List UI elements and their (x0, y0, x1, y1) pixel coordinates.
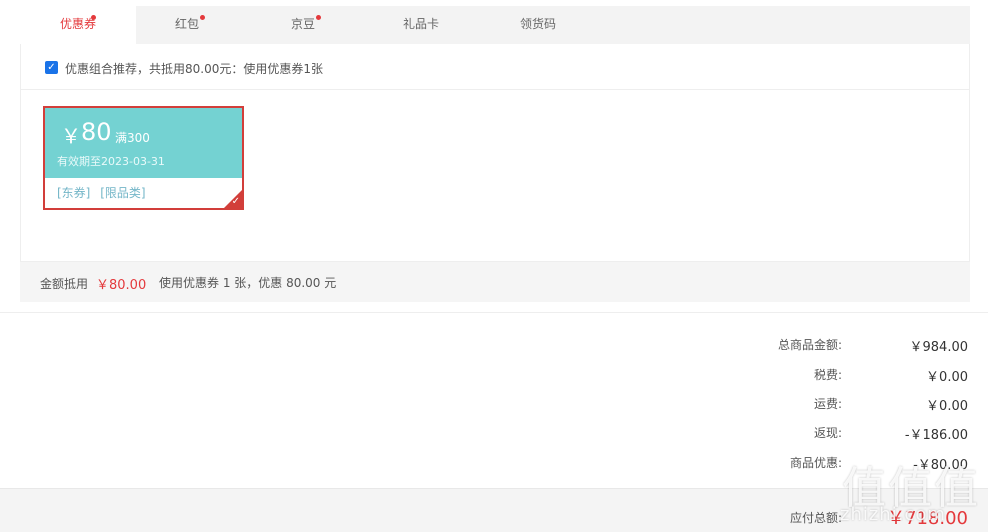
tab-label: 领货码 (519, 17, 556, 31)
discount-panel: 优惠券 红包 京豆 礼品卡 领货码 ✓ 优惠组合推荐，共抵用80.00元：使用优… (20, 6, 970, 302)
tab-jd-beans[interactable]: 京豆 (252, 6, 354, 44)
tab-label: 礼品卡 (402, 17, 439, 31)
new-dot-icon (200, 15, 205, 20)
discount-tabs: 优惠券 红包 京豆 礼品卡 领货码 (20, 6, 970, 44)
total-label: 税费: (813, 368, 842, 382)
summary-value: ￥80.00 (96, 278, 147, 293)
coupon-card[interactable]: ￥ 80 满300 有效期至2023-03-31 [东券] [限品类] ✓ (43, 106, 244, 210)
combo-recommendation: ✓ 优惠组合推荐，共抵用80.00元：使用优惠券1张 (20, 44, 970, 90)
total-row-shipping: 运费: ￥0.00 (0, 395, 988, 415)
total-value: ￥0.00 (926, 399, 968, 414)
tab-claim-codes[interactable]: 领货码 (487, 6, 589, 44)
coupon-face: ￥ 80 满300 有效期至2023-03-31 (45, 108, 242, 178)
selected-check-icon: ✓ (231, 196, 240, 207)
total-row-cashback: 返现: -￥186.00 (0, 424, 988, 444)
total-row-product-discount: 商品优惠: -￥80.00 (0, 454, 988, 474)
total-label: 总商品金额: (777, 338, 842, 352)
coupon-tag: [东券] (57, 186, 91, 200)
tab-gift-cards[interactable]: 礼品卡 (370, 6, 472, 44)
section-divider (0, 312, 988, 313)
summary-label: 金额抵用 (40, 277, 89, 291)
coupon-tags: [东券] [限品类] (57, 184, 152, 201)
coupon-validity: 有效期至2023-03-31 (57, 155, 165, 168)
combo-text: 优惠组合推荐，共抵用80.00元：使用优惠券1张 (65, 62, 323, 76)
tab-red-packets[interactable]: 红包 (136, 6, 238, 44)
summary-description: 使用优惠券 1 张，优惠 80.00 元 (159, 276, 337, 290)
total-value: -￥186.00 (904, 428, 968, 443)
tab-label: 京豆 (290, 17, 315, 31)
total-label: 运费: (813, 397, 842, 411)
new-dot-icon (91, 15, 96, 20)
tab-label: 红包 (174, 17, 199, 31)
payable-bar: 应付总额: ￥718.00 (0, 488, 988, 532)
coupon-tag: [限品类] (100, 186, 146, 200)
total-row-tax: 税费: ￥0.00 (0, 366, 988, 386)
total-row-goods: 总商品金额: ￥984.00 (0, 336, 988, 356)
coupon-currency: ￥ (61, 124, 81, 148)
total-value: -￥80.00 (913, 458, 968, 473)
payable-label: 应付总额: (789, 511, 842, 525)
total-value: ￥0.00 (926, 370, 968, 385)
total-label: 商品优惠: (789, 456, 842, 470)
coupon-threshold: 满300 (115, 131, 150, 145)
combo-checkbox[interactable]: ✓ (45, 61, 58, 74)
coupon-list: ￥ 80 满300 有效期至2023-03-31 [东券] [限品类] ✓ (20, 90, 970, 262)
payable-value: ￥718.00 (887, 508, 968, 529)
discount-summary: 金额抵用 ￥80.00 使用优惠券 1 张，优惠 80.00 元 (20, 262, 970, 302)
coupon-amount: 80 (81, 118, 112, 146)
tab-coupons[interactable]: 优惠券 (20, 6, 136, 44)
new-dot-icon (316, 15, 321, 20)
total-label: 返现: (813, 426, 842, 440)
total-value: ￥984.00 (909, 340, 969, 355)
